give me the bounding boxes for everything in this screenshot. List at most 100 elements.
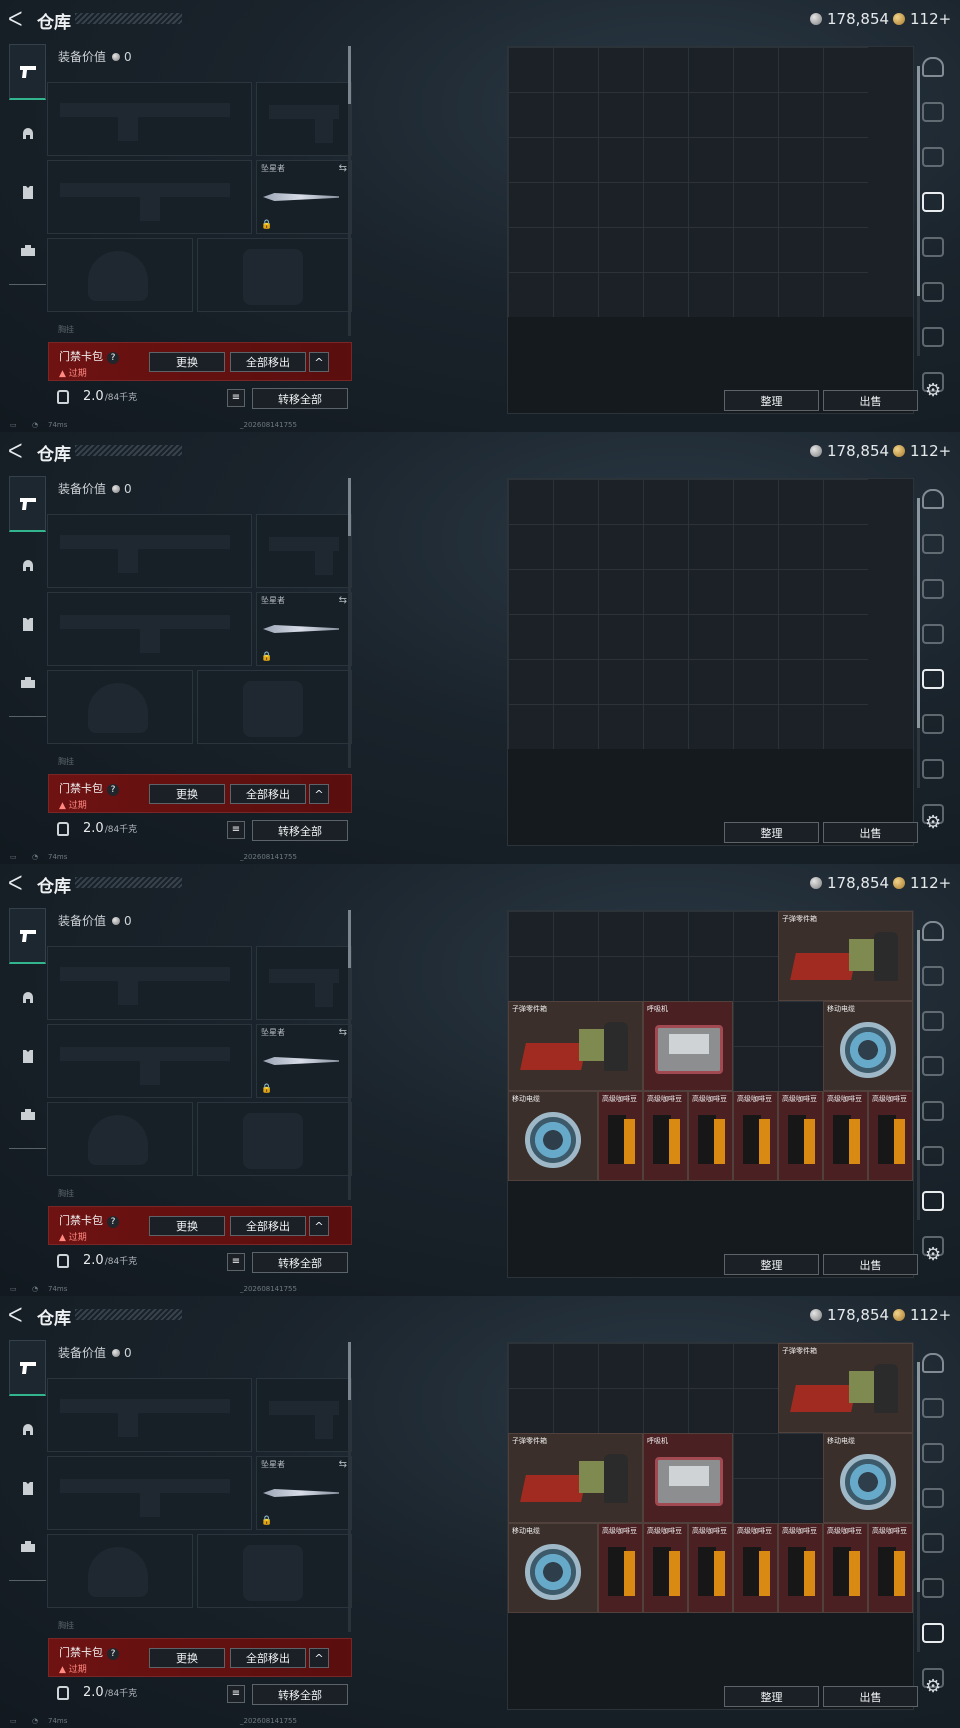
list-icon[interactable]: ≡ — [227, 1685, 245, 1703]
grid-item-ammo-parts[interactable]: 子弹零件箱 — [778, 1343, 913, 1433]
tab-armor[interactable] — [9, 970, 46, 1026]
pistol-slot[interactable] — [256, 1378, 352, 1452]
container-tab-1-tv-icon[interactable] — [922, 534, 944, 554]
settings-gear-icon[interactable]: ⚙ — [925, 812, 941, 833]
settings-gear-icon[interactable]: ⚙ — [925, 1244, 941, 1265]
grid-item-coffee[interactable]: 高级咖啡豆 — [598, 1523, 643, 1613]
grid-item-coffee[interactable]: 高级咖啡豆 — [733, 1523, 778, 1613]
pistol-slot[interactable] — [256, 514, 352, 588]
transfer-all-button[interactable]: 转移全部 — [252, 1684, 348, 1705]
melee-slot[interactable]: 坠星者 ⇆ 🔒 — [256, 160, 352, 234]
sell-button[interactable]: 出售 — [823, 822, 918, 843]
helmet-slot[interactable] — [47, 1534, 193, 1608]
armor-slot[interactable] — [197, 670, 352, 744]
equipment-scroll-thumb[interactable] — [348, 46, 351, 104]
storage-grid[interactable]: 整理 出售 — [507, 478, 918, 846]
tab-armor[interactable] — [9, 538, 46, 594]
grid-item-ammo-parts[interactable]: 子弹零件箱 — [508, 1001, 643, 1091]
tab-armor[interactable] — [9, 1402, 46, 1458]
container-tab-6-tv-icon[interactable] — [922, 1191, 944, 1211]
grid-item-coffee[interactable]: 高级咖啡豆 — [823, 1523, 868, 1613]
back-arrow-icon[interactable]: ᐸ — [8, 1304, 28, 1326]
sell-button[interactable]: 出售 — [823, 1254, 918, 1275]
equipment-scroll-thumb[interactable] — [348, 478, 351, 536]
primary-weapon-slot[interactable] — [47, 1378, 252, 1452]
swap-icon[interactable]: ⇆ — [339, 163, 347, 174]
tab-weapon[interactable] — [9, 476, 46, 532]
secondary-weapon-slot[interactable] — [47, 1456, 252, 1530]
melee-slot[interactable]: 坠星者 ⇆ 🔒 — [256, 592, 352, 666]
safe-icon[interactable] — [922, 1353, 944, 1373]
back-arrow-icon[interactable]: ᐸ — [8, 440, 28, 462]
container-tab-2-tv-icon[interactable] — [922, 1011, 944, 1031]
help-icon[interactable]: ? — [107, 1648, 119, 1660]
armor-slot[interactable] — [197, 1102, 352, 1176]
melee-slot[interactable]: 坠星者 ⇆ 🔒 — [256, 1456, 352, 1530]
grid-item-coffee[interactable]: 高级咖啡豆 — [868, 1523, 913, 1613]
silver-currency[interactable]: 178,854 — [810, 9, 889, 29]
collapse-button[interactable]: ^ — [309, 784, 329, 804]
grid-item-coffee[interactable]: 高级咖啡豆 — [778, 1523, 823, 1613]
container-tab-4-tv-icon[interactable] — [922, 237, 944, 257]
grid-item-cable-reel[interactable]: 移动电缆 — [508, 1523, 598, 1613]
primary-weapon-slot[interactable] — [47, 514, 252, 588]
remove-all-button[interactable]: 全部移出 — [230, 1648, 306, 1668]
gold-currency[interactable]: 112+ — [893, 441, 951, 461]
container-tab-2-tv-icon[interactable] — [922, 579, 944, 599]
container-tab-2-tv-icon[interactable] — [922, 147, 944, 167]
sort-button[interactable]: 整理 — [724, 822, 819, 843]
sell-button[interactable]: 出售 — [823, 390, 918, 411]
safe-icon[interactable] — [922, 921, 944, 941]
container-tab-4-tv-icon[interactable] — [922, 1533, 944, 1553]
silver-currency[interactable]: 178,854 — [810, 1305, 889, 1325]
container-tab-3-tv-icon[interactable] — [922, 1056, 944, 1076]
grid-scroll-thumb[interactable] — [917, 66, 920, 296]
settings-gear-icon[interactable]: ⚙ — [925, 1676, 941, 1697]
swap-icon[interactable]: ⇆ — [339, 1027, 347, 1038]
collapse-button[interactable]: ^ — [309, 352, 329, 372]
swap-icon[interactable]: ⇆ — [339, 1459, 347, 1470]
equipment-scroll-thumb[interactable] — [348, 910, 351, 968]
grid-item-ammo-parts[interactable]: 子弹零件箱 — [508, 1433, 643, 1523]
storage-grid[interactable]: 子弹零件箱 子弹零件箱 呼吸机 移动电缆 移动电缆 高级咖啡豆 高级咖啡豆 高级咖啡豆 高级咖啡… — [507, 910, 918, 1278]
grid-item-coffee[interactable]: 高级咖啡豆 — [733, 1091, 778, 1181]
grid-item-ventilator[interactable]: 呼吸机 — [643, 1433, 733, 1523]
back-arrow-icon[interactable]: ᐸ — [8, 872, 28, 894]
tab-armor[interactable] — [9, 106, 46, 162]
remove-all-button[interactable]: 全部移出 — [230, 784, 306, 804]
container-tab-1-tv-icon[interactable] — [922, 966, 944, 986]
grid-item-ammo-parts[interactable]: 子弹零件箱 — [778, 911, 913, 1001]
grid-item-cable-reel[interactable]: 移动电缆 — [823, 1001, 913, 1091]
sort-button[interactable]: 整理 — [724, 1254, 819, 1275]
settings-gear-icon[interactable]: ⚙ — [925, 380, 941, 401]
gold-currency[interactable]: 112+ — [893, 873, 951, 893]
container-tab-5-tv-icon[interactable] — [922, 1146, 944, 1166]
grid-scroll-thumb[interactable] — [917, 1362, 920, 1592]
helmet-slot[interactable] — [47, 238, 193, 312]
help-icon[interactable]: ? — [107, 784, 119, 796]
secondary-weapon-slot[interactable] — [47, 1024, 252, 1098]
transfer-all-button[interactable]: 转移全部 — [252, 1252, 348, 1273]
grid-scroll-thumb[interactable] — [917, 930, 920, 1160]
tab-bag[interactable] — [9, 1086, 46, 1142]
swap-icon[interactable]: ⇆ — [339, 595, 347, 606]
replace-button[interactable]: 更换 — [149, 352, 225, 372]
grid-item-coffee[interactable]: 高级咖啡豆 — [643, 1091, 688, 1181]
replace-button[interactable]: 更换 — [149, 1216, 225, 1236]
help-icon[interactable]: ? — [107, 352, 119, 364]
grid-item-cable-reel[interactable]: 移动电缆 — [823, 1433, 913, 1523]
container-tab-3-tv-icon[interactable] — [922, 1488, 944, 1508]
sort-button[interactable]: 整理 — [724, 1686, 819, 1707]
back-arrow-icon[interactable]: ᐸ — [8, 8, 28, 30]
grid-item-coffee[interactable]: 高级咖啡豆 — [868, 1091, 913, 1181]
tab-bag[interactable] — [9, 1518, 46, 1574]
replace-button[interactable]: 更换 — [149, 1648, 225, 1668]
grid-item-coffee[interactable]: 高级咖啡豆 — [643, 1523, 688, 1613]
container-tab-6-tv-icon[interactable] — [922, 1623, 944, 1643]
container-tab-6-tv-icon[interactable] — [922, 327, 944, 347]
tab-weapon[interactable] — [9, 44, 46, 100]
armor-slot[interactable] — [197, 1534, 352, 1608]
melee-slot[interactable]: 坠星者 ⇆ 🔒 — [256, 1024, 352, 1098]
container-tab-3-tv-icon[interactable] — [922, 624, 944, 644]
grid-item-cable-reel[interactable]: 移动电缆 — [508, 1091, 598, 1181]
